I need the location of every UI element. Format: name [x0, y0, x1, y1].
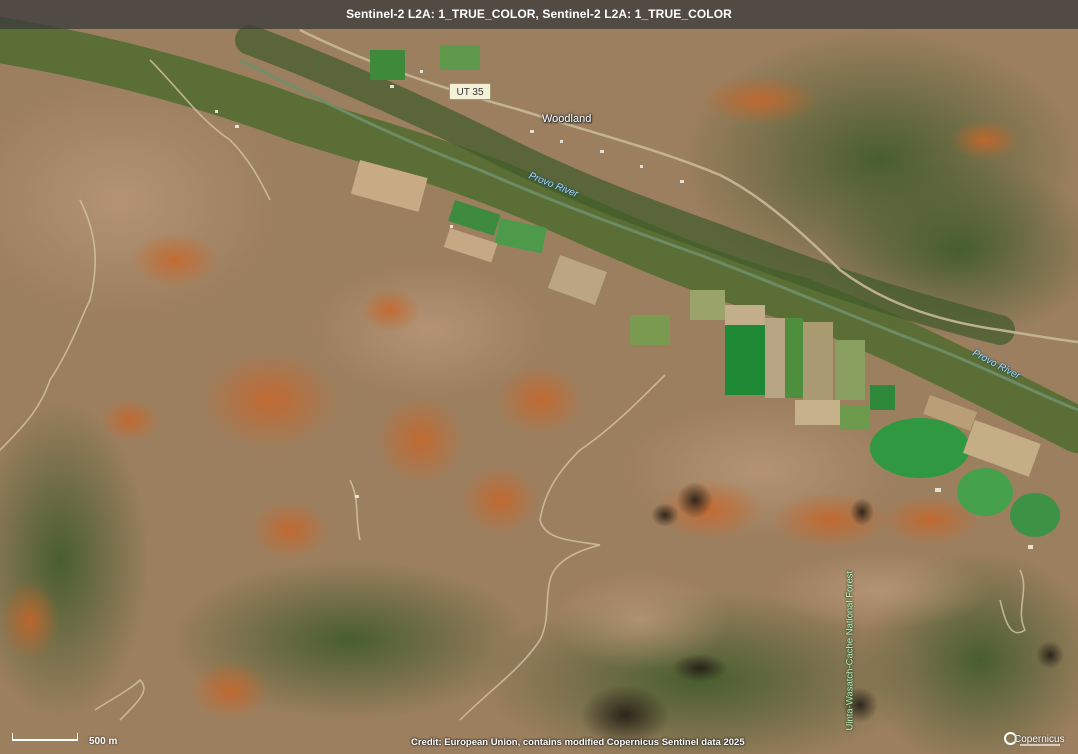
autumn-foliage: [375, 395, 465, 485]
autumn-foliage: [100, 398, 160, 442]
cloud-shadow: [1036, 641, 1064, 669]
autumn-foliage: [250, 500, 330, 560]
autumn-foliage: [770, 492, 890, 548]
autumn-foliage: [0, 580, 60, 660]
autumn-foliage: [190, 660, 270, 720]
autumn-foliage: [360, 288, 420, 332]
layer-title-bar: Sentinel-2 L2A: 1_TRUE_COLOR, Sentinel-2…: [0, 0, 1078, 29]
scale-bar: [12, 733, 78, 741]
cloud-shadow: [677, 482, 713, 518]
attribution-credit: Credit: European Union, contains modifie…: [411, 737, 745, 748]
road-shield-ut35: UT 35: [449, 83, 491, 100]
place-label-woodland: Woodland: [542, 113, 592, 125]
terrain-patch: [770, 550, 990, 630]
forest-label: Uinta-Wasatch-Cache National Forest: [844, 570, 856, 731]
satellite-imagery[interactable]: [0, 0, 1078, 754]
autumn-foliage: [130, 232, 220, 288]
autumn-foliage: [700, 75, 820, 125]
cloud-shadow: [580, 685, 670, 745]
cloud-shadow: [850, 498, 874, 526]
autumn-foliage: [950, 120, 1020, 160]
logo-underline: [1020, 744, 1060, 746]
autumn-foliage: [200, 350, 340, 450]
cloud-shadow: [672, 654, 728, 682]
autumn-foliage: [460, 465, 540, 535]
scale-label: 500 m: [89, 736, 118, 747]
map-viewer[interactable]: Sentinel-2 L2A: 1_TRUE_COLOR, Sentinel-2…: [0, 0, 1078, 754]
cloud-shadow: [651, 503, 679, 527]
copernicus-logo: Copernicus: [1004, 730, 1065, 750]
autumn-foliage: [495, 365, 585, 435]
